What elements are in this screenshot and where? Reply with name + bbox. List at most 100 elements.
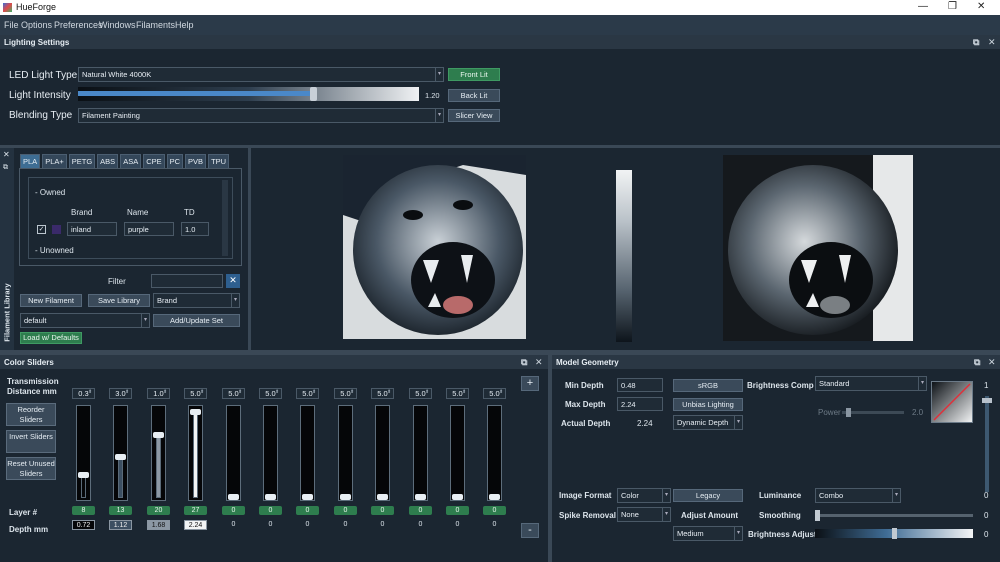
- owned-group[interactable]: - Owned: [35, 188, 65, 197]
- led-light-combo[interactable]: Natural White 4000K ▾: [78, 67, 444, 82]
- max-depth-input[interactable]: 2.24: [617, 397, 663, 411]
- light-intensity-slider[interactable]: [78, 87, 419, 101]
- power-slider[interactable]: [842, 408, 904, 417]
- tab-tpu[interactable]: TPU: [208, 154, 230, 169]
- spin-icon[interactable]: ⬍: [275, 389, 279, 395]
- front-lit-button[interactable]: Front Lit: [448, 68, 500, 81]
- tab-pla-plus[interactable]: PLA+: [42, 154, 67, 169]
- slider-handle[interactable]: [377, 494, 388, 500]
- menu-filaments[interactable]: Filaments: [136, 20, 175, 30]
- luminance-combo[interactable]: Combo ▾: [815, 488, 901, 503]
- remove-slider-button[interactable]: -: [521, 523, 539, 538]
- spin-icon[interactable]: ⬍: [350, 389, 354, 395]
- color-slider[interactable]: [375, 405, 390, 501]
- spin-icon[interactable]: ⬍: [88, 389, 92, 395]
- float-icon[interactable]: ⧉: [974, 357, 980, 368]
- smoothing-slider[interactable]: [815, 510, 973, 521]
- unbias-lighting-button[interactable]: Unbias Lighting: [673, 398, 743, 411]
- invert-sliders-button[interactable]: Invert Sliders: [6, 430, 56, 453]
- spin-icon[interactable]: ⬍: [125, 389, 129, 395]
- filter-input[interactable]: [151, 274, 223, 288]
- menu-preferences[interactable]: Preferences: [54, 20, 103, 30]
- slider-handle[interactable]: [982, 398, 992, 403]
- filament-color-swatch[interactable]: [52, 225, 61, 234]
- spin-icon[interactable]: ⬍: [200, 389, 204, 395]
- spin-icon[interactable]: ⬍: [387, 389, 391, 395]
- back-lit-button[interactable]: Back Lit: [448, 89, 500, 102]
- add-slider-button[interactable]: +: [521, 376, 539, 391]
- menu-help[interactable]: Help: [175, 20, 194, 30]
- reorder-sliders-button[interactable]: Reorder Sliders: [6, 403, 56, 426]
- color-slider[interactable]: [413, 405, 428, 501]
- spin-icon[interactable]: ⬍: [462, 389, 466, 395]
- clear-filter-icon[interactable]: ✕: [226, 274, 240, 288]
- blending-type-combo[interactable]: Filament Painting ▾: [78, 108, 444, 123]
- srgb-button[interactable]: sRGB: [673, 379, 743, 392]
- slider-handle[interactable]: [78, 472, 89, 478]
- color-slider[interactable]: [113, 405, 128, 501]
- color-slider[interactable]: [300, 405, 315, 501]
- slider-handle[interactable]: [265, 494, 276, 500]
- filament-brand-field[interactable]: inland: [67, 222, 117, 236]
- tab-abs[interactable]: ABS: [97, 154, 119, 169]
- float-icon[interactable]: ⧉: [521, 357, 527, 368]
- image-format-combo[interactable]: Color ▾: [617, 488, 671, 503]
- unowned-group[interactable]: - Unowned: [35, 246, 74, 255]
- spin-icon[interactable]: ⬍: [425, 389, 429, 395]
- brightness-comp-combo[interactable]: Standard ▾: [815, 376, 927, 391]
- tab-pvb[interactable]: PVB: [185, 154, 207, 169]
- color-slider[interactable]: [76, 405, 91, 501]
- dynamic-depth-combo[interactable]: Dynamic Depth ▾: [673, 415, 743, 430]
- slider-handle[interactable]: [115, 454, 126, 460]
- brightness-adjust-slider[interactable]: [815, 528, 973, 539]
- color-slider[interactable]: [338, 405, 353, 501]
- slider-handle[interactable]: [153, 432, 164, 438]
- color-slider[interactable]: [188, 405, 203, 501]
- close-panel-icon[interactable]: ✕: [535, 357, 543, 368]
- spin-icon[interactable]: ⬍: [238, 389, 242, 395]
- menu-options[interactable]: Options: [21, 20, 52, 30]
- menu-windows[interactable]: Windows: [99, 20, 136, 30]
- save-library-button[interactable]: Save Library: [88, 294, 150, 307]
- spin-icon[interactable]: ⬍: [163, 389, 167, 395]
- load-defaults-button[interactable]: Load w/ Defaults: [20, 332, 82, 344]
- gradient-vertical-slider[interactable]: [982, 396, 992, 492]
- slider-handle[interactable]: [190, 409, 201, 415]
- color-slider[interactable]: [263, 405, 278, 501]
- slider-handle[interactable]: [489, 494, 500, 500]
- slider-handle[interactable]: [846, 408, 851, 417]
- slider-handle[interactable]: [302, 494, 313, 500]
- min-depth-input[interactable]: 0.48: [617, 378, 663, 392]
- list-scrollbar[interactable]: [222, 180, 228, 256]
- sort-combo[interactable]: Brand ▾: [153, 293, 240, 308]
- new-filament-button[interactable]: New Filament: [20, 294, 82, 307]
- close-icon[interactable]: ✕: [977, 1, 985, 12]
- spike-removal-combo[interactable]: None ▾: [617, 507, 671, 522]
- color-slider[interactable]: [151, 405, 166, 501]
- slider-handle[interactable]: [892, 528, 897, 539]
- close-panel-icon[interactable]: ✕: [3, 150, 10, 159]
- float-icon[interactable]: ⧉: [3, 164, 8, 172]
- slider-handle[interactable]: [228, 494, 239, 500]
- color-slider[interactable]: [450, 405, 465, 501]
- slicer-view-button[interactable]: Slicer View: [448, 109, 500, 122]
- tab-pc[interactable]: PC: [166, 154, 184, 169]
- restore-icon[interactable]: ❐: [948, 1, 957, 12]
- tab-pla[interactable]: PLA: [20, 154, 41, 169]
- spin-icon[interactable]: ⬍: [312, 389, 316, 395]
- menu-file[interactable]: File: [4, 20, 19, 30]
- owned-checkbox[interactable]: ✓: [37, 225, 46, 234]
- filament-td-field[interactable]: 1.0: [181, 222, 209, 236]
- float-icon[interactable]: ⧉: [973, 37, 979, 48]
- adjust-amount-combo[interactable]: Medium ▾: [673, 526, 743, 541]
- spin-icon[interactable]: ⬍: [499, 389, 503, 395]
- reset-unused-sliders-button[interactable]: Reset Unused Sliders: [6, 457, 56, 480]
- close-panel-icon[interactable]: ✕: [988, 37, 996, 48]
- legacy-button[interactable]: Legacy: [673, 489, 743, 502]
- close-panel-icon[interactable]: ✕: [988, 357, 996, 368]
- color-slider[interactable]: [226, 405, 241, 501]
- tab-petg[interactable]: PETG: [68, 154, 96, 169]
- minimize-icon[interactable]: —: [918, 1, 928, 12]
- add-update-set-button[interactable]: Add/Update Set: [153, 314, 240, 327]
- slider-handle[interactable]: [815, 510, 820, 521]
